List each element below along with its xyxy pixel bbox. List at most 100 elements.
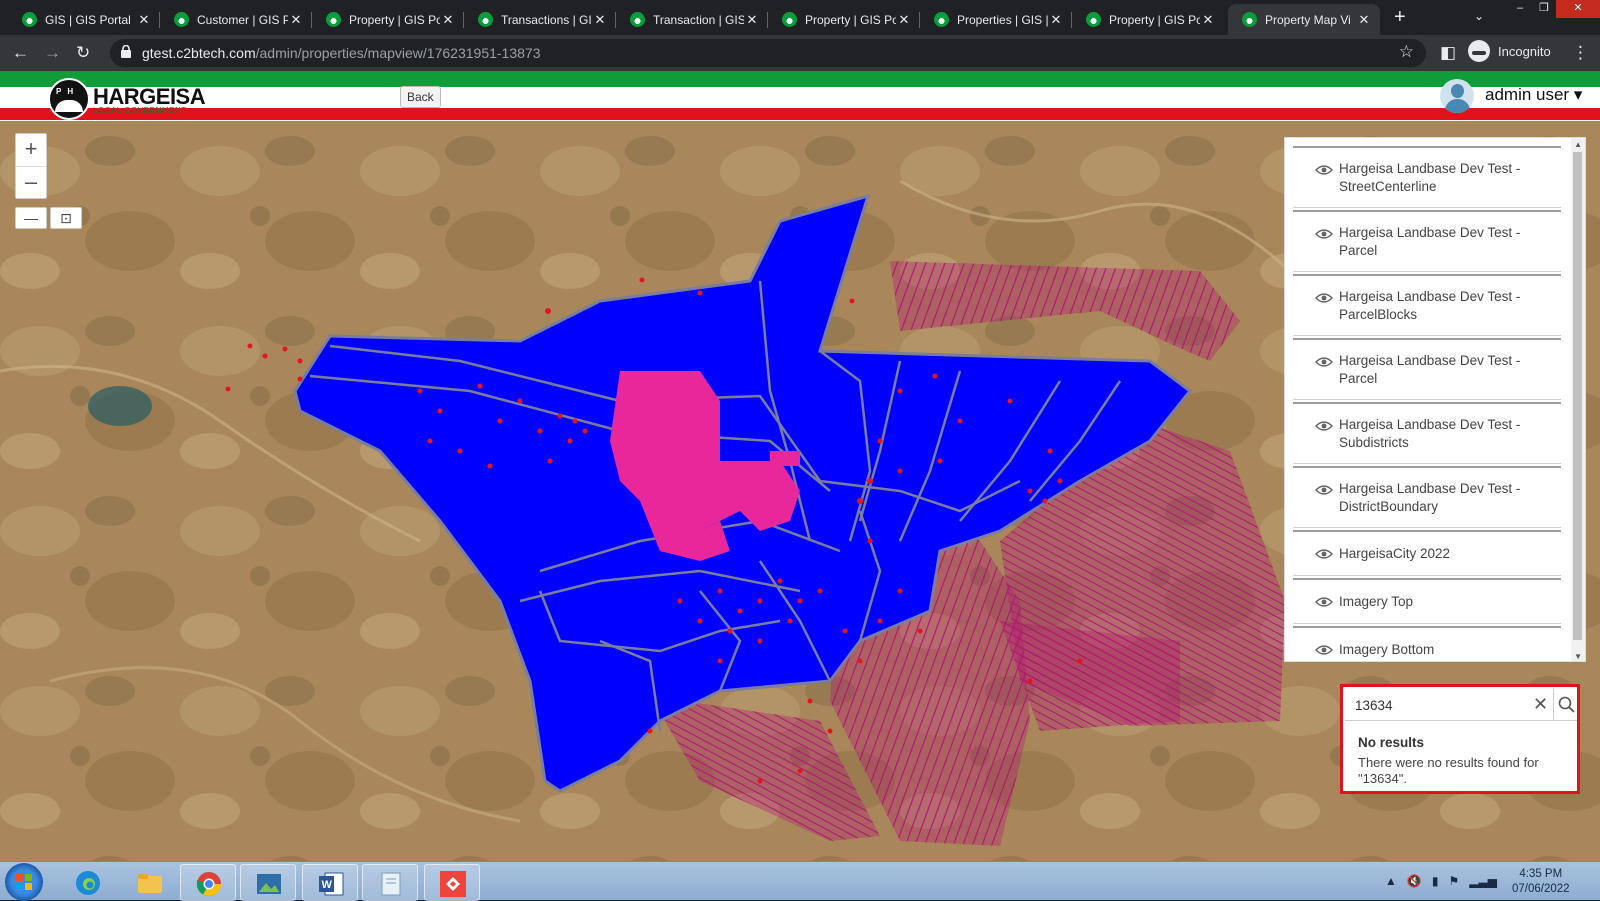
layer-item-imagery-bottom[interactable]: Imagery Bottom (1293, 626, 1561, 661)
taskbar-file-explorer[interactable] (122, 864, 178, 901)
logo-emblem[interactable]: P H (48, 78, 90, 120)
tab-property-3[interactable]: Property | GIS Pc ✕ (1072, 4, 1224, 35)
tab-property-1[interactable]: Property | GIS Po ✕ (312, 4, 464, 35)
tab-close-icon[interactable]: ✕ (744, 12, 760, 28)
browser-toolbar: ← → ↻ gtest.c2btech.com/admin/properties… (0, 35, 1600, 71)
side-panel-icon[interactable]: ◧ (1440, 43, 1456, 63)
tab-close-icon[interactable]: ✕ (136, 12, 152, 28)
no-results-message: There were no results found for "13634". (1358, 755, 1539, 786)
layer-item-parcel-2[interactable]: Hargeisa Landbase Dev Test - Parcel (1293, 338, 1561, 400)
favicon-icon (782, 12, 797, 27)
scroll-up-icon[interactable]: ▲ (1574, 140, 1582, 149)
forward-arrow-icon[interactable]: → (44, 43, 61, 63)
restore-icon[interactable]: ❐ (1532, 0, 1556, 18)
favicon-icon (1242, 12, 1257, 27)
search-button[interactable] (1553, 689, 1577, 721)
tab-property-2[interactable]: Property | GIS Pc ✕ (768, 4, 920, 35)
layer-label: Hargeisa Landbase Dev Test - Parcel (1339, 353, 1521, 386)
layer-list-scrollbar[interactable]: ▲ ▼ (1571, 138, 1585, 661)
taskbar-notes[interactable] (362, 864, 418, 901)
layer-item-subdistricts[interactable]: Hargeisa Landbase Dev Test - Subdistrict… (1293, 402, 1561, 464)
zoom-out-button[interactable]: – (16, 166, 46, 198)
start-button[interactable] (5, 863, 43, 901)
visibility-eye-icon[interactable] (1315, 229, 1333, 239)
scrollbar-thumb[interactable] (1573, 152, 1582, 640)
taskbar-word[interactable]: W (302, 864, 358, 901)
battery-icon[interactable]: ▮ (1432, 874, 1439, 888)
map-view[interactable]: + – — ⊡ Hargeisa Landbase Dev Test - Str… (0, 121, 1600, 861)
taskbar-anydesk[interactable] (424, 864, 480, 901)
layer-item-street-centerline[interactable]: Hargeisa Landbase Dev Test - StreetCente… (1293, 146, 1561, 208)
tray-expand-icon[interactable]: ▲ (1385, 874, 1397, 888)
zoom-control: + – (15, 133, 47, 199)
layer-list-panel: Hargeisa Landbase Dev Test - StreetCente… (1284, 137, 1586, 662)
network-signal-icon[interactable]: ▂▃▅ (1469, 874, 1497, 888)
action-center-icon[interactable]: ⚑ (1448, 874, 1459, 888)
visibility-eye-icon[interactable] (1315, 645, 1333, 655)
tab-title: Customer | GIS P (197, 12, 288, 27)
tab-gis-portal[interactable]: GIS | GIS Portal ✕ (8, 4, 160, 35)
tab-transactions[interactable]: Transactions | GI: ✕ (464, 4, 616, 35)
visibility-eye-icon[interactable] (1315, 293, 1333, 303)
back-arrow-icon[interactable]: ← (12, 43, 29, 63)
visibility-eye-icon[interactable] (1315, 485, 1333, 495)
layer-item-parcel-blocks[interactable]: Hargeisa Landbase Dev Test - ParcelBlock… (1293, 274, 1561, 336)
layer-label: HargeisaCity 2022 (1339, 546, 1451, 561)
tab-title: Property Map Vi (1265, 12, 1351, 27)
zoom-in-button[interactable]: + (16, 134, 46, 166)
taskbar-clock[interactable]: 4:35 PM 07/06/2022 (1512, 867, 1570, 897)
word-icon: W (319, 872, 344, 896)
user-menu[interactable]: admin user ▾ (1485, 85, 1582, 105)
avatar[interactable] (1440, 79, 1474, 113)
visibility-eye-icon[interactable] (1315, 597, 1333, 607)
tab-transaction[interactable]: Transaction | GIS ✕ (616, 4, 768, 35)
edge-icon (76, 871, 100, 895)
volume-muted-icon[interactable]: 🔇 (1407, 874, 1422, 888)
tab-search-chevron-icon[interactable]: ⌄ (1474, 9, 1484, 23)
bookmark-star-icon[interactable]: ☆ (1399, 42, 1414, 62)
tab-close-icon[interactable]: ✕ (288, 12, 304, 28)
new-tab-button[interactable]: + (1394, 6, 1406, 29)
favicon-icon (174, 12, 189, 27)
taskbar-photo-viewer[interactable] (240, 864, 296, 901)
folder-icon (138, 874, 162, 893)
window-close-icon[interactable]: ✕ (1556, 0, 1600, 18)
tab-properties[interactable]: Properties | GIS | ✕ (920, 4, 1072, 35)
tab-close-icon[interactable]: ✕ (440, 12, 456, 28)
picture-icon (257, 874, 281, 894)
tab-title: Transactions | GI: (501, 12, 592, 27)
back-button[interactable]: Back (400, 86, 441, 108)
search-input[interactable]: 13634 (1355, 698, 1393, 713)
clear-search-icon[interactable]: ✕ (1533, 694, 1548, 715)
scroll-down-icon[interactable]: ▼ (1574, 652, 1582, 661)
search-field[interactable]: 13634 ✕ (1345, 689, 1577, 721)
tab-close-icon[interactable]: ✕ (896, 12, 912, 28)
address-bar[interactable]: gtest.c2btech.com/admin/properties/mapvi… (110, 39, 1426, 67)
taskbar-edge[interactable] (60, 864, 116, 901)
tab-close-icon[interactable]: ✕ (1356, 12, 1372, 28)
visibility-eye-icon[interactable] (1315, 421, 1333, 431)
layer-label: Imagery Bottom (1339, 642, 1435, 657)
tab-title: Property | GIS Pc (1109, 12, 1200, 27)
svg-text:W: W (322, 879, 333, 891)
incognito-indicator[interactable]: Incognito (1468, 40, 1551, 62)
layer-item-hargeisa-city-2022[interactable]: HargeisaCity 2022 (1293, 530, 1561, 576)
layer-item-parcel[interactable]: Hargeisa Landbase Dev Test - Parcel (1293, 210, 1561, 272)
tab-title: GIS | GIS Portal (45, 12, 131, 27)
measure-tool-button[interactable]: — (15, 207, 47, 229)
basemap-toggle-button[interactable]: ⊡ (50, 207, 82, 229)
taskbar-chrome[interactable] (180, 864, 236, 901)
tab-close-icon[interactable]: ✕ (1200, 12, 1216, 28)
layer-item-district-boundary[interactable]: Hargeisa Landbase Dev Test - DistrictBou… (1293, 466, 1561, 528)
reload-icon[interactable]: ↻ (76, 43, 90, 63)
tab-close-icon[interactable]: ✕ (592, 12, 608, 28)
visibility-eye-icon[interactable] (1315, 165, 1333, 175)
layer-item-imagery-top[interactable]: Imagery Top (1293, 578, 1561, 624)
minimize-icon[interactable]: – (1508, 0, 1532, 18)
tab-close-icon[interactable]: ✕ (1048, 12, 1064, 28)
visibility-eye-icon[interactable] (1315, 357, 1333, 367)
visibility-eye-icon[interactable] (1315, 549, 1333, 559)
browser-menu-icon[interactable]: ⋮ (1572, 43, 1589, 63)
tab-customer[interactable]: Customer | GIS P ✕ (160, 4, 312, 35)
tab-property-map-view[interactable]: Property Map Vi ✕ (1228, 4, 1380, 35)
